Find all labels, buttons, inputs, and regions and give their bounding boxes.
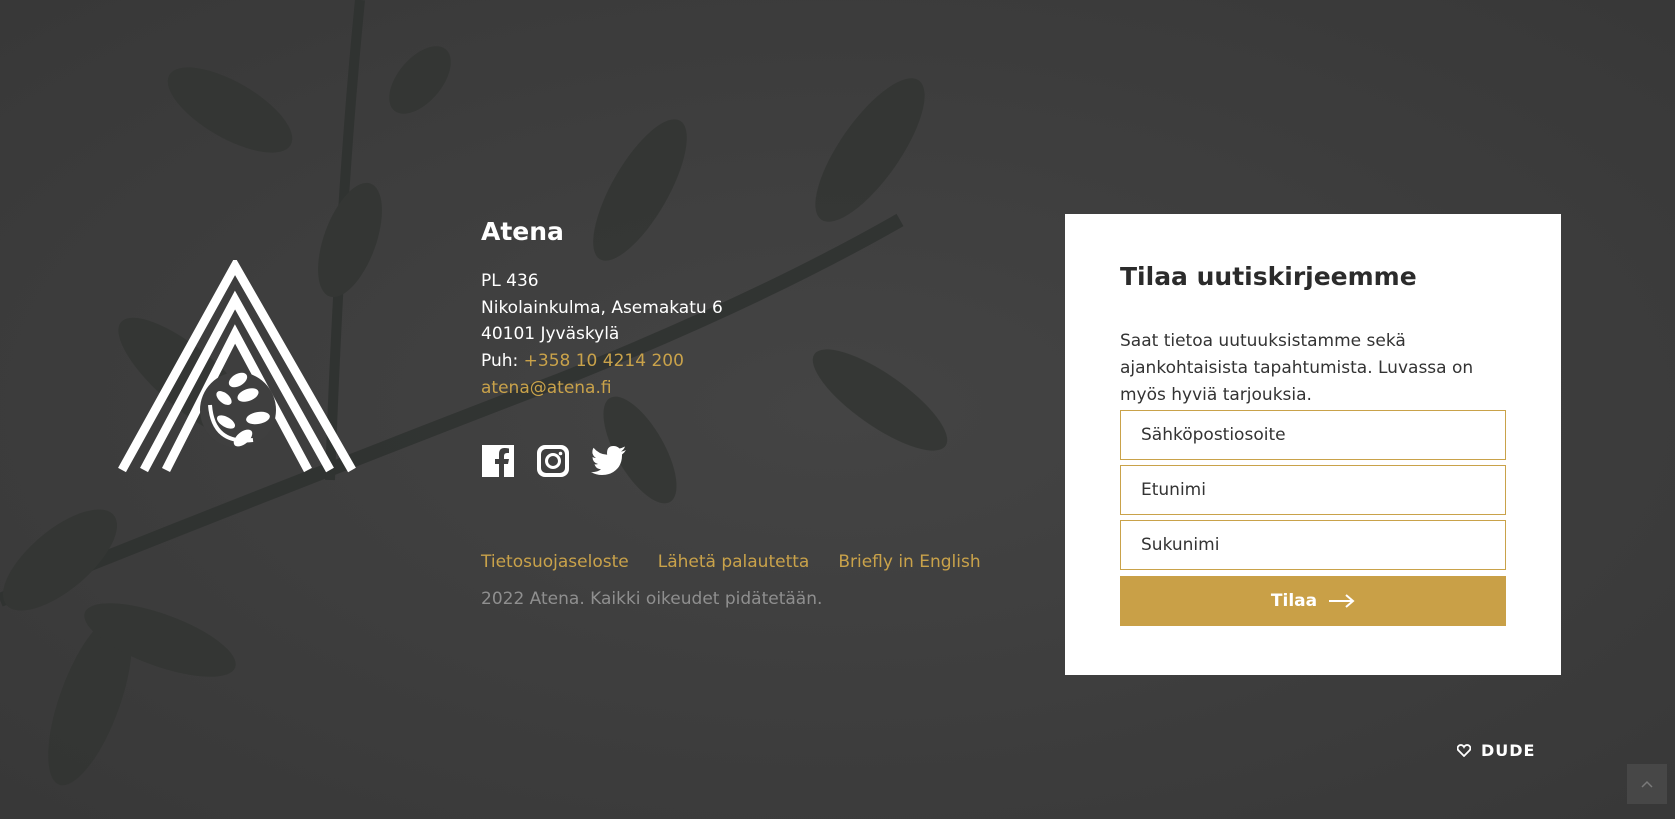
social-links (481, 444, 646, 478)
address-line: 40101 Jyväskylä (481, 324, 620, 345)
contact-column: Atena PL 436 Nikolainkulma, Asemakatu 6 … (481, 214, 981, 402)
facebook-icon[interactable] (481, 444, 515, 478)
email-link[interactable]: atena@atena.fi (481, 378, 612, 398)
subscribe-label: Tilaa (1270, 591, 1318, 611)
copyright: 2022 Atena. Kaikki oikeudet pidätetään. (481, 589, 823, 609)
heart-icon (1457, 744, 1471, 757)
firstname-input[interactable] (1120, 465, 1506, 515)
subscribe-button[interactable]: Tilaa (1120, 576, 1506, 626)
address: PL 436 Nikolainkulma, Asemakatu 6 40101 … (481, 268, 981, 402)
dude-credit[interactable]: DUDE (1457, 741, 1535, 760)
instagram-icon[interactable] (536, 444, 570, 478)
footer-links: Tietosuojaseloste Lähetä palautetta Brie… (481, 552, 1010, 572)
email-input[interactable] (1120, 410, 1506, 460)
brand-title: Atena (481, 217, 564, 246)
privacy-link[interactable]: Tietosuojaseloste (481, 552, 629, 572)
lastname-input[interactable] (1120, 520, 1506, 570)
arrow-right-icon (1329, 594, 1355, 608)
credit-label: DUDE (1481, 741, 1536, 760)
phone-row: Puh: +358 10 4214 200 (481, 348, 981, 375)
english-link[interactable]: Briefly in English (838, 552, 980, 572)
atena-logo (118, 260, 356, 473)
newsletter-description: Saat tietoa uutuuksistamme sekä ajankoht… (1120, 331, 1474, 405)
phone-label: Puh: (481, 351, 519, 372)
newsletter-title: Tilaa uutiskirjeemme (1120, 262, 1417, 291)
phone-link[interactable]: +358 10 4214 200 (524, 351, 684, 371)
scroll-top-button[interactable] (1627, 764, 1667, 804)
address-line: PL 436 (481, 271, 539, 291)
newsletter-card: Tilaa uutiskirjeemme Saat tietoa uutuuks… (1065, 214, 1561, 675)
twitter-icon[interactable] (591, 444, 626, 478)
address-line: Nikolainkulma, Asemakatu 6 (481, 297, 723, 318)
chevron-up-icon (1641, 780, 1653, 788)
feedback-link[interactable]: Lähetä palautetta (658, 552, 810, 572)
